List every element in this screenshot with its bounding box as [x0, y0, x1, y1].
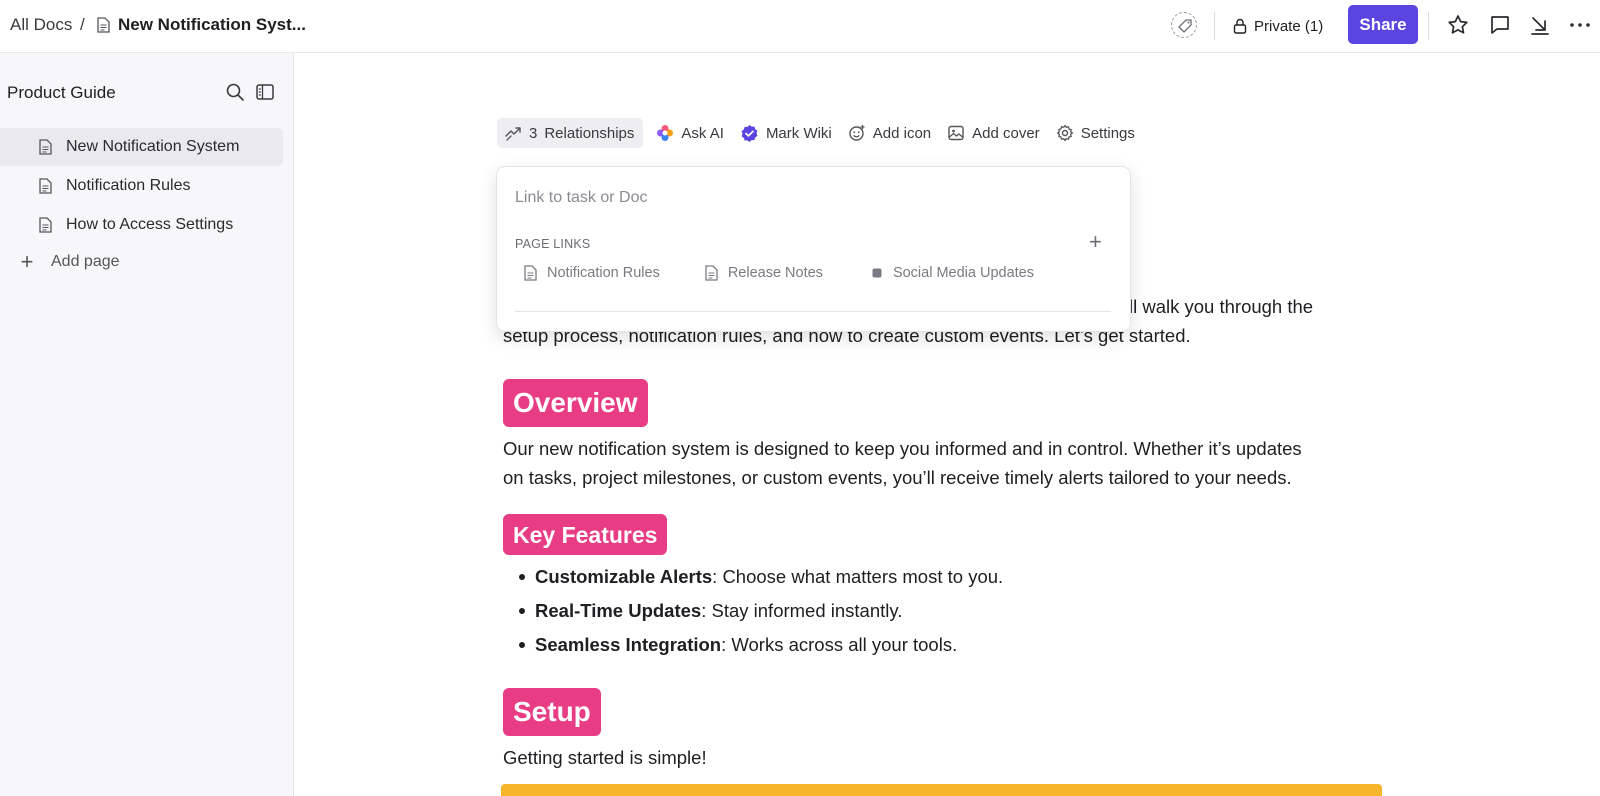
add-icon-button[interactable]: Add icon — [840, 118, 939, 148]
doc-icon — [39, 139, 52, 155]
collapse-arrow-icon[interactable] — [1528, 13, 1552, 37]
relationships-count: 3 — [529, 124, 538, 142]
doc-icon — [39, 178, 52, 194]
features-list: Customizable Alerts: Choose what matters… — [519, 560, 1003, 662]
page-link-release-notes[interactable]: Release Notes — [705, 265, 823, 281]
mark-wiki-button[interactable]: Mark Wiki — [732, 118, 840, 148]
relationships-popover: Link to task or Doc PAGE LINKS + Notific… — [496, 166, 1131, 332]
doc-icon — [524, 265, 537, 281]
sidebar-title: Product Guide — [7, 83, 116, 102]
overview-line-1: Our new notification system is designed … — [503, 438, 1302, 459]
add-link-button[interactable]: + — [1089, 229, 1102, 255]
comment-icon[interactable] — [1488, 13, 1512, 37]
feature-desc: : Choose what matters most to you. — [712, 566, 1004, 587]
sidebar-item-how-to-access-settings[interactable]: How to Access Settings — [0, 206, 283, 244]
mark-wiki-label: Mark Wiki — [765, 124, 832, 142]
add-icon-label: Add icon — [872, 124, 932, 142]
share-button[interactable]: Share — [1348, 5, 1418, 44]
relationships-button[interactable]: 3 Relationships — [497, 118, 644, 148]
sidebar-item-notification-rules[interactable]: Notification Rules — [0, 167, 283, 205]
breadcrumb-all-docs[interactable]: All Docs — [10, 15, 72, 35]
link-search-input[interactable]: Link to task or Doc — [515, 189, 648, 207]
feature-title: Seamless Integration — [535, 634, 722, 655]
add-page-button[interactable]: + Add page — [17, 250, 120, 274]
page-link-notification-rules[interactable]: Notification Rules — [524, 265, 660, 281]
sidebar-toggle-icon[interactable] — [255, 82, 275, 102]
sidebar: Product Guide New Notification System No… — [0, 53, 294, 796]
feature-desc: : Works across all your tools. — [721, 634, 958, 655]
page-link-label: Social Media Updates — [892, 265, 1034, 281]
relationships-label: Relationships — [544, 124, 635, 142]
divider — [1214, 12, 1215, 40]
smiley-add-icon — [849, 125, 865, 141]
image-icon — [948, 125, 964, 141]
doc-icon — [97, 17, 110, 33]
square-icon — [872, 268, 882, 278]
add-cover-label: Add cover — [972, 124, 1040, 142]
doc-icon — [39, 217, 52, 233]
setup-heading: Setup — [503, 688, 601, 736]
sidebar-item-new-notification-system[interactable]: New Notification System — [0, 128, 283, 166]
page-link-label: Notification Rules — [547, 265, 660, 281]
breadcrumb-current-doc[interactable]: New Notification Syst... — [118, 15, 306, 35]
sidebar-item-label: How to Access Settings — [66, 216, 234, 233]
ask-ai-button[interactable]: Ask AI — [648, 118, 732, 148]
list-item: Seamless Integration: Works across all y… — [519, 628, 1003, 662]
feature-title: Real-Time Updates — [535, 600, 702, 621]
page-link-label: Release Notes — [727, 265, 823, 281]
relationships-icon — [505, 127, 521, 141]
page-link-social-media-updates[interactable]: Social Media Updates — [871, 265, 1034, 281]
doc-icon — [705, 265, 718, 281]
more-icon[interactable] — [1568, 13, 1592, 37]
lock-icon — [1233, 18, 1247, 34]
tag-icon — [1178, 19, 1192, 33]
overview-line-2: on tasks, project milestones, or custom … — [503, 467, 1292, 488]
list-item: Customizable Alerts: Choose what matters… — [519, 560, 1003, 594]
ai-icon — [657, 125, 674, 141]
setup-text: Getting started is simple! — [503, 747, 707, 768]
tag-button[interactable] — [1171, 12, 1197, 38]
verified-badge-icon — [741, 124, 758, 142]
top-bar: All Docs / New Notification Syst... Priv… — [0, 0, 1600, 53]
page-links-list: Notification Rules Release Notes Social … — [524, 265, 1034, 281]
overview-heading: Overview — [503, 379, 648, 427]
sidebar-item-label: New Notification System — [66, 138, 240, 155]
add-cover-button[interactable]: Add cover — [939, 118, 1048, 148]
page-links-title: PAGE LINKS — [515, 237, 591, 251]
breadcrumb-separator: / — [80, 15, 85, 34]
privacy-button[interactable]: Private (1) — [1233, 13, 1323, 39]
list-item: Real-Time Updates: Stay informed instant… — [519, 594, 1003, 628]
key-features-heading: Key Features — [503, 514, 668, 555]
ask-ai-label: Ask AI — [681, 124, 724, 142]
settings-button[interactable]: Settings — [1048, 118, 1143, 148]
divider — [1428, 12, 1429, 40]
doc-toolbar: 3 Relationships Ask AI Mark Wiki Add ico… — [497, 118, 1143, 148]
feature-desc: : Stay informed instantly. — [701, 600, 903, 621]
star-icon[interactable] — [1446, 13, 1470, 37]
settings-label: Settings — [1080, 124, 1135, 142]
search-icon[interactable] — [225, 82, 245, 102]
divider — [515, 311, 1111, 312]
add-page-label: Add page — [51, 253, 120, 270]
privacy-label: Private (1) — [1254, 17, 1324, 35]
intro-line-1: ll walk you through the — [1129, 296, 1314, 317]
gear-icon — [1056, 124, 1073, 142]
plus-icon: + — [20, 249, 34, 274]
sidebar-item-label: Notification Rules — [66, 177, 191, 194]
feature-title: Customizable Alerts — [535, 566, 713, 587]
callout-block — [501, 784, 1382, 796]
